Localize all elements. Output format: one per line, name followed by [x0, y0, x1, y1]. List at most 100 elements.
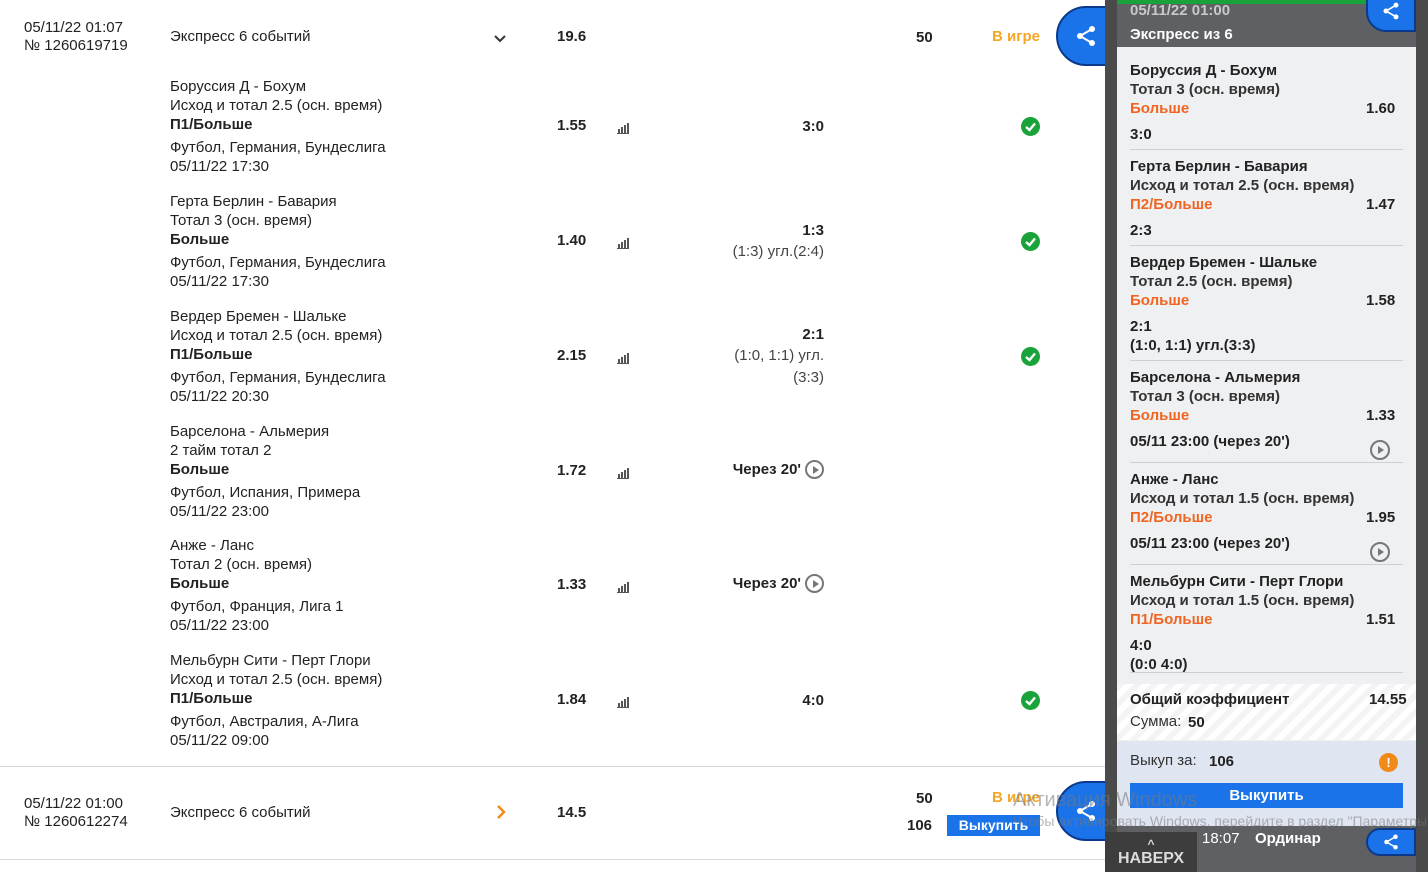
- won-check-icon: [1021, 117, 1040, 136]
- panel-event-odds: 1.47: [1366, 196, 1396, 213]
- event-odds: 1.84: [557, 691, 587, 708]
- chevron-right-icon[interactable]: [493, 803, 509, 821]
- bet-title[interactable]: Экспресс 6 событий: [170, 28, 311, 46]
- buyout-value: 106: [1209, 753, 1235, 770]
- event-match[interactable]: Вердер Бремен - Шальке: [170, 307, 346, 326]
- event-pick: Больше: [170, 231, 230, 248]
- panel-event-pick: Больше: [1130, 292, 1190, 309]
- panel-divider: [1130, 360, 1403, 361]
- share-button[interactable]: [1056, 6, 1105, 66]
- panel-divider: [1130, 672, 1403, 673]
- bet-total-odds: 14.5: [557, 804, 587, 821]
- windows-watermark-title: Активация Windows: [1013, 789, 1198, 811]
- event-score: 2:1: [802, 326, 824, 343]
- panel-divider: [1130, 245, 1403, 246]
- panel-divider: [1130, 564, 1403, 565]
- panel-event-pick: П1/Больше: [1130, 611, 1213, 628]
- event-pick: Больше: [170, 575, 230, 592]
- bet-number: № 1260619719: [24, 37, 128, 54]
- play-icon[interactable]: [1370, 542, 1390, 562]
- event-league: Футбол, Испания, Примера: [170, 484, 361, 501]
- won-check-icon: [1021, 347, 1040, 366]
- event-pick: П1/Больше: [170, 346, 253, 363]
- panel-event-match[interactable]: Анже - Ланс: [1130, 470, 1219, 489]
- sum-label: Сумма:: [1130, 713, 1182, 730]
- panel-header: 05/11/22 01:00 Экспресс из 6: [1117, 0, 1416, 47]
- panel-divider: [1130, 149, 1403, 150]
- panel-event-match[interactable]: Вердер Бремен - Шальке: [1130, 253, 1317, 272]
- panel-divider: [1130, 462, 1403, 463]
- event-market: Исход и тотал 2.5 (осн. время): [170, 327, 383, 344]
- panel-event-odds: 1.60: [1366, 100, 1396, 117]
- event-start-in: Через 20': [732, 461, 801, 478]
- panel-event-market: Тотал 2.5 (осн. время): [1130, 273, 1293, 290]
- bet-date: 05/11/22 01:07: [24, 19, 123, 36]
- event-score: 1:3: [802, 222, 824, 239]
- event-league: Футбол, Германия, Бундеслига: [170, 369, 386, 386]
- won-check-icon: [1021, 691, 1040, 710]
- total-odds-value: 14.55: [1369, 691, 1407, 708]
- panel-event-odds: 1.33: [1366, 407, 1396, 424]
- event-match[interactable]: Барселона - Альмерия: [170, 422, 329, 441]
- event-market: Исход и тотал 2.5 (осн. время): [170, 671, 383, 688]
- event-league: Футбол, Австралия, А-Лига: [170, 713, 359, 730]
- panel-event-result: 05/11 23:00 (через 20'): [1130, 433, 1290, 450]
- bet-stake: 50: [916, 29, 933, 46]
- play-icon[interactable]: [1370, 440, 1390, 460]
- share-icon: [1383, 2, 1399, 20]
- bet-total-odds: 19.6: [557, 28, 587, 45]
- stats-chart-icon[interactable]: [617, 351, 629, 364]
- event-pick: П1/Больше: [170, 690, 253, 707]
- event-match[interactable]: Боруссия Д - Бохум: [170, 77, 306, 96]
- event-league: Футбол, Германия, Бундеслига: [170, 254, 386, 271]
- event-league: Футбол, Германия, Бундеслига: [170, 139, 386, 156]
- bet-title[interactable]: Экспресс 6 событий: [170, 804, 311, 822]
- chevron-down-icon[interactable]: [491, 30, 509, 48]
- event-match[interactable]: Анже - Ланс: [170, 536, 254, 555]
- total-odds-label: Общий коэффициент: [1130, 691, 1290, 708]
- event-odds: 1.55: [557, 117, 587, 134]
- next-bet-time: 18:07: [1202, 830, 1240, 847]
- panel-event-match[interactable]: Боруссия Д - Бохум: [1130, 61, 1277, 80]
- panel-event-pick: П2/Больше: [1130, 196, 1213, 213]
- event-league: Футбол, Франция, Лига 1: [170, 598, 344, 615]
- panel-event-market: Тотал 3 (осн. время): [1130, 388, 1280, 405]
- event-market: Тотал 2 (осн. время): [170, 556, 313, 573]
- event-match[interactable]: Герта Берлин - Бавария: [170, 192, 337, 211]
- panel-event-match[interactable]: Герта Берлин - Бавария: [1130, 157, 1308, 176]
- panel-share-button[interactable]: [1366, 0, 1416, 32]
- sum-value: 50: [1188, 714, 1205, 731]
- stats-chart-icon[interactable]: [617, 466, 629, 479]
- stats-chart-icon[interactable]: [617, 580, 629, 593]
- event-market: Тотал 3 (осн. время): [170, 212, 313, 229]
- panel-event-odds: 1.51: [1366, 611, 1396, 628]
- panel-event-result: 2:3: [1130, 222, 1152, 239]
- event-score-detail: (1:3) угл.(2:4): [732, 243, 824, 260]
- next-share-button[interactable]: [1366, 828, 1416, 856]
- panel-event-market: Тотал 3 (осн. время): [1130, 81, 1280, 98]
- panel-event-pick: Больше: [1130, 407, 1190, 424]
- won-check-icon: [1021, 232, 1040, 251]
- play-icon[interactable]: [805, 574, 824, 593]
- next-bet-type: Ординар: [1255, 830, 1321, 847]
- scroll-top-button[interactable]: ^ НАВЕРХ: [1105, 832, 1197, 872]
- panel-event-odds: 1.58: [1366, 292, 1396, 309]
- panel-event-match[interactable]: Барселона - Альмерия: [1130, 368, 1300, 387]
- event-match[interactable]: Мельбурн Сити - Перт Глори: [170, 651, 371, 670]
- stats-chart-icon[interactable]: [617, 121, 629, 134]
- info-icon[interactable]: !: [1379, 753, 1398, 772]
- event-odds: 2.15: [557, 347, 587, 364]
- panel-event-market: Исход и тотал 1.5 (осн. время): [1130, 490, 1355, 507]
- stats-chart-icon[interactable]: [617, 236, 629, 249]
- panel-event-match[interactable]: Мельбурн Сити - Перт Глори: [1130, 572, 1343, 591]
- event-time: 05/11/22 17:30: [170, 158, 269, 175]
- event-score-detail: (1:0, 1:1) угл.: [734, 347, 824, 364]
- play-icon[interactable]: [805, 460, 824, 479]
- chevron-up-icon: ^: [1147, 837, 1155, 851]
- panel-event-result: 4:0: [1130, 637, 1152, 654]
- panel-bet-date: 05/11/22 01:00: [1130, 4, 1231, 16]
- stats-chart-icon[interactable]: [617, 695, 629, 708]
- bet-stake: 50: [916, 790, 933, 807]
- panel-event-market: Исход и тотал 2.5 (осн. время): [1130, 177, 1355, 194]
- event-time: 05/11/22 20:30: [170, 388, 269, 405]
